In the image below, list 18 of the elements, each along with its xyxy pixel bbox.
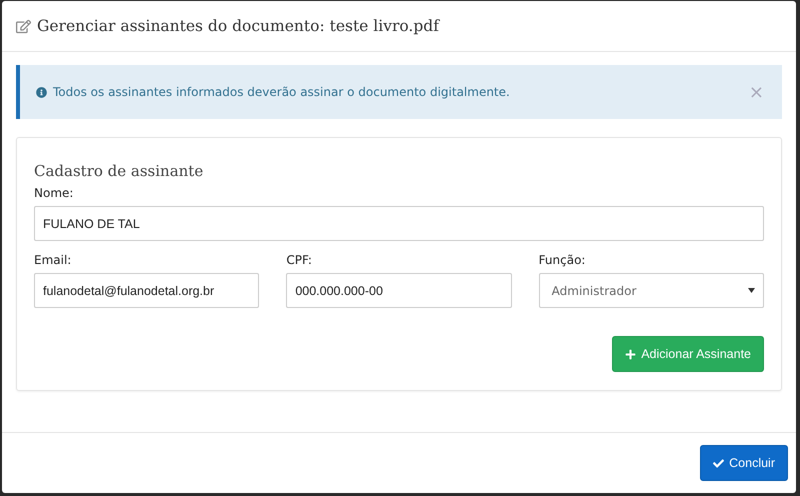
info-icon: [36, 86, 47, 98]
alert-text: Todos os assinantes informados deverão assinar o documento digitalmente.: [53, 85, 511, 99]
role-select[interactable]: Administrador: [538, 273, 764, 308]
field-label: CPF:: [286, 253, 313, 267]
dialog-title: Gerenciar assinantes do documento: teste livro.pdf: [37, 17, 439, 35]
caret-icon: [748, 288, 755, 293]
edit-icon: [16, 18, 31, 34]
field-label: Nome:: [34, 186, 74, 200]
field-label: Email:: [34, 253, 72, 267]
finish-button[interactable]: Concluir: [700, 445, 788, 481]
plus-icon: [625, 348, 636, 360]
input-field[interactable]: FULANO DE TAL: [34, 206, 764, 241]
form-heading: Cadastro de assinante: [34, 162, 204, 180]
input-field[interactable]: 000.000.000-00: [286, 273, 512, 308]
check-icon: [713, 458, 724, 468]
add-signer-button[interactable]: Adicionar Assinante: [612, 336, 764, 372]
input-field[interactable]: fulanodetal@fulanodetal.org.br: [34, 273, 260, 308]
field-label: Função:: [538, 253, 586, 267]
